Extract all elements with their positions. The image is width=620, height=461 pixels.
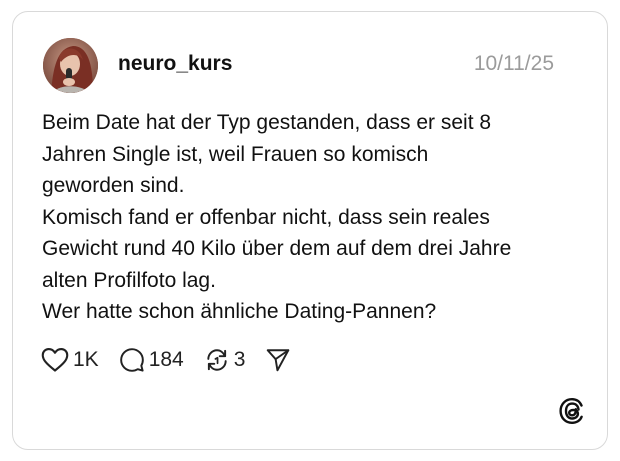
post-text-line: geworden sind. [42, 174, 185, 197]
heart-icon [41, 347, 69, 372]
send-icon [267, 349, 290, 372]
username[interactable]: neuro_kurs [118, 52, 232, 76]
post-card: neuro_kurs 10/11/25 Beim Date hat der Ty… [12, 11, 608, 450]
reply-count: 184 [148, 348, 184, 371]
action-bar: 1K 184 3 [41, 345, 311, 375]
post-text-line: alten Profilfoto lag. [42, 268, 216, 292]
share-button[interactable] [265, 347, 291, 373]
like-count: 1K [73, 348, 99, 371]
post-text-line: Wer hatte schon ähnliche Dating-Pannen? [42, 300, 437, 323]
repost-arrows-icon [207, 349, 227, 371]
like-button[interactable]: 1K [41, 347, 99, 373]
post-text-line: Gewicht rund 40 Kilo über dem auf dem dr… [42, 237, 512, 260]
reply-button[interactable]: 184 [119, 347, 184, 373]
threads-logo-icon [559, 397, 583, 425]
repost-count: 3 [233, 348, 246, 371]
post-date: 10/11/25 [473, 52, 554, 75]
avatar[interactable] [43, 38, 98, 93]
speech-bubble-icon [119, 348, 144, 372]
avatar-photo [43, 38, 98, 93]
repost-button[interactable]: 3 [204, 347, 246, 373]
post-text-line: Jahren Single ist, weil Frauen so komisc… [42, 142, 429, 166]
post-text-line: Komisch fand er offenbar nicht, dass sei… [42, 205, 490, 229]
post-text: Beim Date hat der Typ gestanden, dass er… [42, 107, 582, 328]
post-text-line: Beim Date hat der Typ gestanden, dass er… [42, 111, 492, 134]
